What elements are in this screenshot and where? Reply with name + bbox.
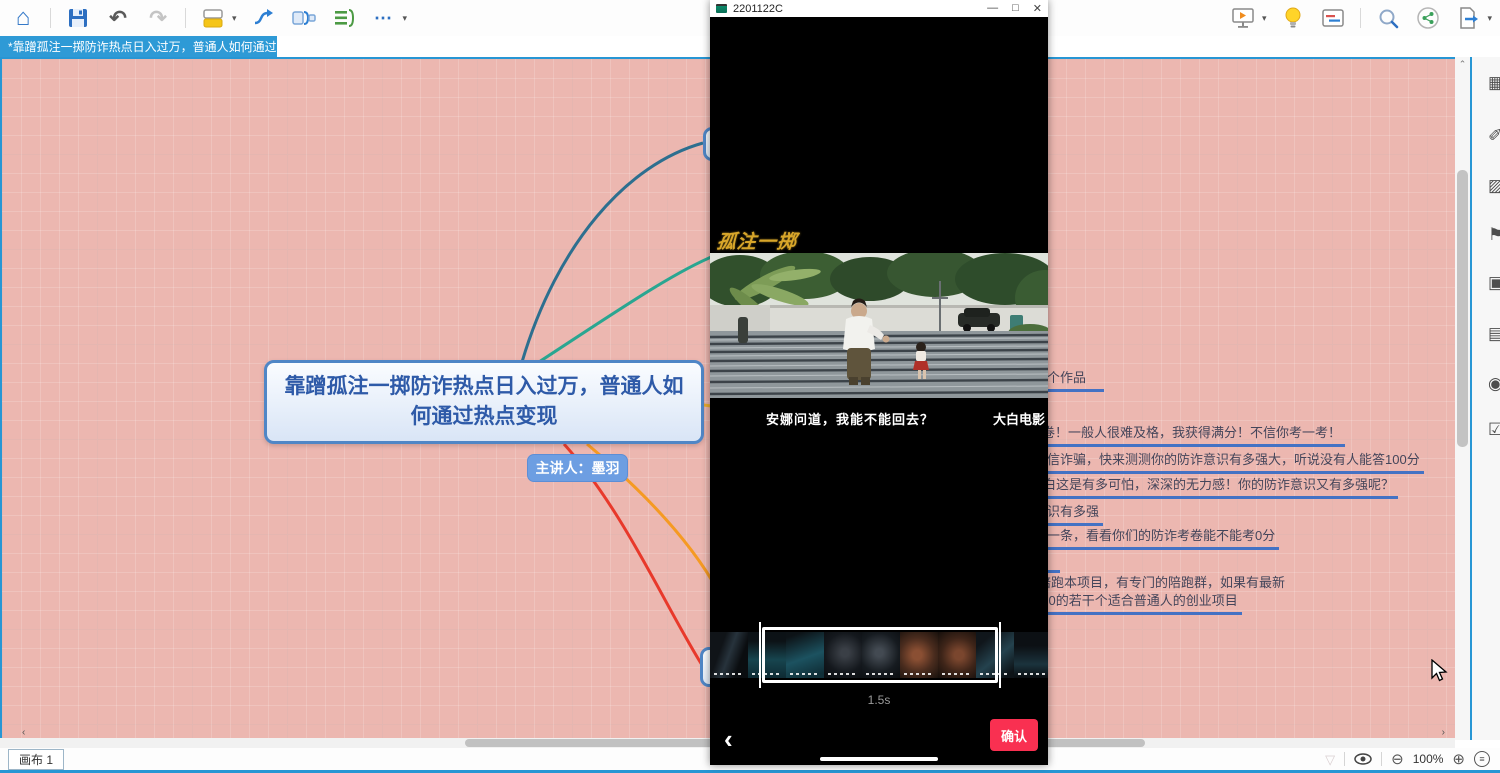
vertical-scroll-thumb[interactable] [1457,170,1468,447]
sheet-tab[interactable]: 画布 1 [8,749,64,770]
more-tools-button[interactable]: ⋯ [371,5,397,31]
style-brush-icon[interactable]: ✐ [1488,125,1500,147]
right-sidebar-rail: ▦ ✐ ▨ ⚑ ▣ ▤ ◉ ☑ [1470,57,1500,740]
note-card-icon [1321,8,1345,28]
structure-panel-icon[interactable]: ▦ [1488,72,1500,94]
filmstrip-frame[interactable] [710,632,748,678]
maximize-button[interactable]: □ [1012,2,1019,15]
central-topic-node[interactable]: 靠蹭孤注一掷防诈热点日入过万，普通人如何通过热点变现 [264,360,704,444]
video-frame[interactable] [710,253,1048,398]
clip-trim-selection[interactable] [762,627,998,683]
close-button[interactable]: ✕ [1033,2,1042,15]
presenter-badge-node[interactable]: 主讲人：墨羽 [527,454,628,482]
fit-zoom-icon[interactable]: ≡ [1474,751,1490,767]
share-button[interactable] [1415,5,1441,31]
document-tab[interactable]: *靠蹭孤注一掷防诈热点日入过万，普通人如何通过热点变现 × [0,36,277,57]
home-icon: ⌂ [16,6,31,30]
central-topic-text: 靠蹭孤注一掷防诈热点日入过万，普通人如何通过热点变现 [281,372,687,433]
notes-panel-icon[interactable]: ▤ [1488,323,1500,345]
scroll-up-icon[interactable]: ⌃ [1455,57,1470,72]
idea-button[interactable] [1280,5,1306,31]
undo-icon: ↶ [109,8,127,29]
mindmap-app-window: ⌂ ↶ ↷ ▾ ⋯ ▾ [0,0,1500,773]
summary-icon [291,7,317,29]
zoom-out-icon[interactable]: ⊖ [1391,752,1404,767]
vertical-scrollbar[interactable]: ⌃ [1455,57,1470,740]
redo-button[interactable]: ↷ [145,5,171,31]
outline-icon [332,7,356,29]
share-icon [1416,6,1440,30]
phone-screen: 孤注一掷 [710,17,1048,765]
more-dropdown-caret[interactable]: ▾ [403,13,408,24]
presentation-dropdown-caret[interactable]: ▾ [1262,13,1267,24]
note-card-button[interactable] [1320,5,1346,31]
channel-watermark: 大白电影 [993,409,1045,428]
sheet-tab-label: 画布 1 [19,751,53,768]
floating-topic[interactable]: 统一卷！一般人很难及格，我获得满分！不信你考一考！ [1014,422,1345,447]
floating-topic[interactable]: 明白这是有多可怕，深深的无力感！你的防诈意识又有多强呢？ [1028,474,1398,499]
task-panel-icon[interactable]: ☑ [1488,419,1500,441]
floating-topic[interactable]: 980的若干个适合普通人的创业项目 [1032,590,1242,615]
minimize-button[interactable]: — [987,2,998,15]
clip-duration-label: 1.5s [710,693,1048,707]
undo-button[interactable]: ↶ [105,5,131,31]
relationship-icon [251,7,277,29]
phone-window-titlebar[interactable]: 2201122C — □ ✕ [710,0,1048,17]
search-button[interactable] [1375,5,1401,31]
mouse-cursor [1430,659,1448,683]
movie-title-logo: 孤注一掷 [716,227,799,254]
save-icon [67,7,89,29]
toolbar-divider [1360,8,1361,28]
scroll-right-icon[interactable]: › [1442,727,1445,738]
zoom-level: 100% [1413,752,1444,766]
presentation-icon [1230,6,1256,30]
presentation-button[interactable] [1230,5,1256,31]
toolbar-divider [185,8,186,28]
toolbar-divider [50,8,51,28]
document-tab-title: *靠蹭孤注一掷防诈热点日入过万，普通人如何通过热点变现 [8,38,277,55]
back-chevron-icon[interactable]: ‹ [724,723,733,755]
phone-window-title: 2201122C [733,3,783,15]
presenter-badge-text: 主讲人：墨羽 [536,458,620,478]
lightbulb-icon [1282,6,1304,30]
export-dropdown-caret[interactable]: ▾ [1487,13,1492,24]
subtitle-row: 安娜问道，我能不能回去？ 大白电影 [710,409,1048,431]
phone-app-icon [716,4,727,13]
home-indicator-bar [820,757,938,761]
topic-dropdown-caret[interactable]: ▾ [232,13,237,24]
label-panel-icon[interactable]: ▣ [1488,272,1500,294]
confirm-button[interactable]: 确认 [990,719,1038,751]
scroll-left-icon[interactable]: ‹ [22,727,25,738]
floating-topic[interactable]: 陪跑本项目，有专门的陪跑群，如果有最新 [1036,572,1289,591]
statusbar-divider [1381,752,1382,766]
insert-topic-button[interactable] [200,5,226,31]
redo-icon: ↷ [149,8,167,29]
image-panel-icon[interactable]: ▨ [1488,175,1500,197]
marker-flag-icon[interactable]: ⚑ [1488,224,1500,246]
export-icon [1456,6,1480,30]
floating-topic[interactable]: 电信诈骗，快来测测你的防诈意识有多强大，听说没有人能答100分 [1032,449,1424,474]
floating-topic[interactable]: 第一条，看看你们的防诈考卷能不能考0分 [1032,525,1279,550]
statusbar-divider [1344,752,1345,766]
topic-icon [201,7,225,29]
save-button[interactable] [65,5,91,31]
summary-button[interactable] [291,5,317,31]
zoom-in-icon[interactable]: ⊕ [1452,752,1465,767]
filmstrip-frame[interactable] [1014,632,1048,678]
filter-icon[interactable]: ▽ [1325,753,1335,766]
outline-button[interactable] [331,5,357,31]
comment-panel-icon[interactable]: ◉ [1488,373,1500,395]
pitch-eye-icon[interactable] [1354,753,1372,765]
search-icon [1377,7,1400,30]
phone-capture-window: 2201122C — □ ✕ 孤注一掷 [710,0,1048,765]
video-subtitle: 安娜问道，我能不能回去？ [710,409,990,428]
phone-bottom-bar: ‹ 确认 [710,717,1048,765]
relationship-button[interactable] [251,5,277,31]
more-icon: ⋯ [374,8,393,29]
export-button[interactable] [1455,5,1481,31]
home-button[interactable]: ⌂ [10,5,36,31]
